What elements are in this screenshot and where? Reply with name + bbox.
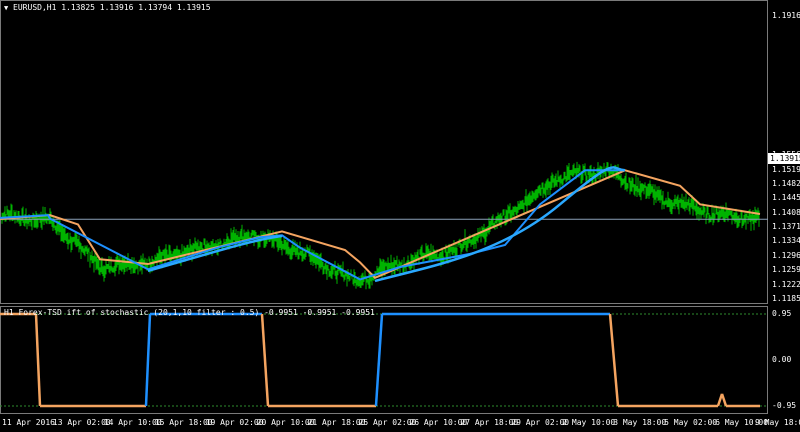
indicator-segment — [720, 393, 728, 407]
price-tick-label: 1.14454 — [772, 193, 800, 203]
ohlc-values: 1.13825 1.13916 1.13794 1.13915 — [61, 3, 211, 12]
time-tick-label: 11 Apr 2016 — [2, 418, 55, 427]
indicator-level-label: 0.95 — [772, 309, 792, 318]
indicator-segment — [34, 313, 42, 407]
price-tick-label: 1.14084 — [772, 207, 800, 217]
symbol-label: EURUSD,H1 — [13, 3, 57, 12]
time-tick-label: 2 May 10:00 — [562, 418, 616, 427]
time-tick-label: 9 May 18:00 — [755, 418, 800, 427]
time-tick-label: 13 Apr 02:00 — [52, 418, 111, 427]
indicator-level-label: -0.95 — [772, 401, 797, 410]
indicator-caption: H1 Forex-TSD ift of stochastic (20,1,10 … — [4, 308, 375, 317]
indicator-segment — [374, 313, 384, 407]
indicator-chart[interactable] — [0, 306, 768, 414]
chart-window[interactable]: ▼ EURUSD,H1 1.13825 1.13916 1.13794 1.13… — [0, 0, 800, 432]
price-tick-label: 1.12964 — [772, 251, 800, 261]
time-tick-label: 29 Apr 02:00 — [511, 418, 570, 427]
price-tick-label: 1.11854 — [772, 294, 800, 303]
price-tick-label: 1.13714 — [772, 222, 800, 231]
price-tick-label: 1.12594 — [772, 265, 800, 275]
price-chart[interactable] — [0, 0, 768, 304]
chevron-down-icon[interactable]: ▼ — [4, 4, 8, 12]
price-tick-label: 1.14824 — [772, 179, 800, 189]
price-tick-label: 1.12224 — [772, 279, 800, 289]
time-tick-label: 5 May 02:00 — [664, 418, 718, 427]
candles — [1, 161, 760, 290]
time-tick-label: 27 Apr 18:00 — [460, 418, 519, 427]
price-tick-label: 1.13344 — [772, 236, 800, 246]
price-tick-label: 1.15194 — [772, 164, 800, 174]
blue-curve-1 — [147, 234, 283, 273]
chart-header: ▼ EURUSD,H1 1.13825 1.13916 1.13794 1.13… — [4, 3, 211, 12]
time-tick-label: 19 Apr 02:00 — [205, 418, 264, 427]
indicator-segment — [144, 313, 152, 407]
indicator-level-label: 0.00 — [772, 355, 792, 364]
time-tick-label: 26 Apr 10:00 — [409, 418, 468, 427]
time-tick-label: 20 Apr 10:00 — [256, 418, 315, 427]
indicator-segment — [608, 313, 620, 407]
time-tick-label: 21 Apr 18:00 — [307, 418, 366, 427]
price-tick-label: 1.19166 — [772, 11, 800, 20]
time-tick-label: 14 Apr 10:00 — [103, 418, 162, 427]
time-tick-label: 25 Apr 02:00 — [358, 418, 417, 427]
time-tick-label: 15 Apr 18:00 — [154, 418, 213, 427]
indicator-segment — [260, 313, 270, 407]
time-tick-label: 3 May 18:00 — [613, 418, 667, 427]
current-price-badge: 1.13915 — [768, 153, 800, 164]
